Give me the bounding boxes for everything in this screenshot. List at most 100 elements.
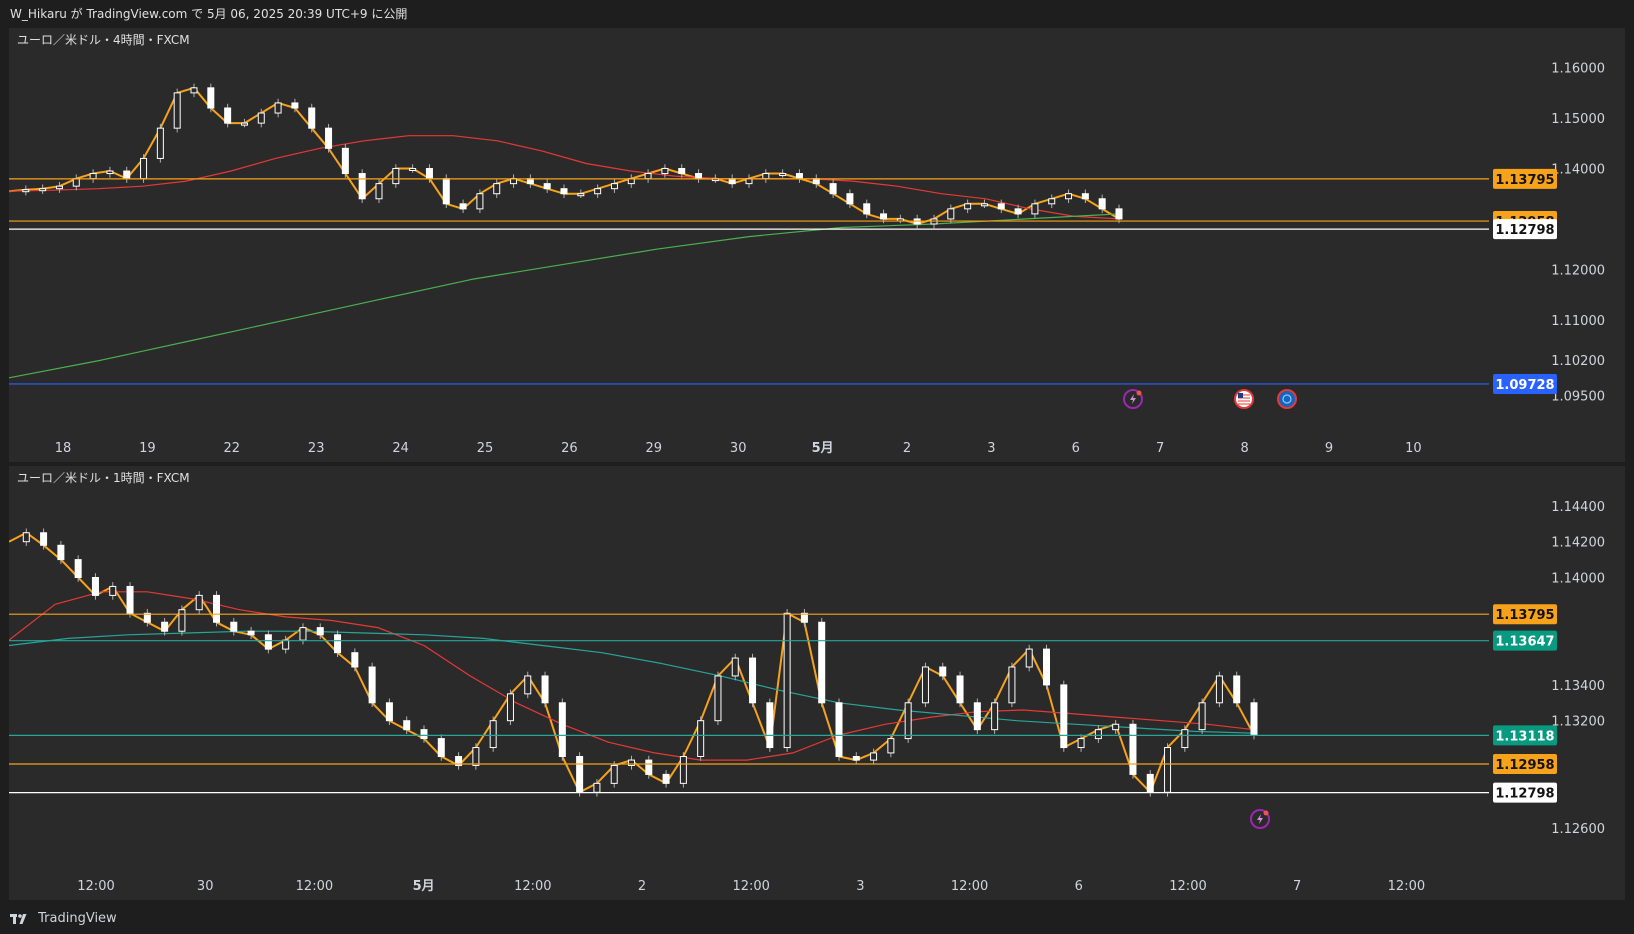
candle-body xyxy=(1065,193,1073,200)
candle-body xyxy=(644,173,652,180)
price-label-text: 1.13795 xyxy=(1495,173,1554,188)
x-tick-label: 3 xyxy=(856,879,864,894)
candle-body xyxy=(610,764,618,784)
candle-body xyxy=(40,532,48,546)
candle-body xyxy=(863,203,871,215)
candle-body xyxy=(358,173,366,200)
candle-body xyxy=(425,168,433,180)
candle-body xyxy=(947,208,955,220)
price-label-text: 1.13118 xyxy=(1495,729,1554,744)
y-tick-label: 1.11000 xyxy=(1551,314,1605,329)
price-label-text: 1.12958 xyxy=(1495,758,1554,773)
candle-body xyxy=(576,756,584,793)
x-tick-label: 22 xyxy=(224,441,241,456)
candle-body xyxy=(524,675,532,695)
candle-body xyxy=(560,188,568,195)
candle-body xyxy=(213,594,220,623)
candle-body xyxy=(195,594,203,611)
candle-body xyxy=(126,585,134,614)
y-tick-label: 1.09500 xyxy=(1551,389,1605,404)
candle-body xyxy=(190,87,198,94)
candle-body xyxy=(818,621,826,704)
candle-body xyxy=(1025,648,1033,668)
chart-panel-4h[interactable]: ユーロ／米ドル・4時間・FXCM 1.16000 1.15000 1.14000 1.1… xyxy=(9,28,1625,462)
candle-body xyxy=(1094,729,1102,740)
candle-body xyxy=(403,720,411,731)
candle-body xyxy=(679,756,687,784)
candle-body xyxy=(695,173,703,180)
candle-body xyxy=(459,203,467,210)
candle-body xyxy=(325,127,333,149)
candle-body xyxy=(173,92,181,129)
candle-body xyxy=(921,666,929,704)
candle-body xyxy=(351,652,359,668)
candle-body xyxy=(57,544,65,561)
us-flag-icon[interactable] xyxy=(1234,389,1254,409)
price-label-text: 1.13795 xyxy=(1495,608,1554,623)
publish-header: W_Hikaru が TradingView.com で 5月 06, 2025… xyxy=(0,0,1634,28)
lightning-event-icon[interactable] xyxy=(1250,809,1270,829)
candle-body xyxy=(678,168,686,175)
candle-body xyxy=(783,612,791,749)
candle-body xyxy=(1250,702,1258,736)
candle-body xyxy=(207,87,215,109)
candle-body xyxy=(1112,723,1120,731)
x-tick-label: 12:00 xyxy=(77,879,114,894)
x-tick-label: 24 xyxy=(392,441,409,456)
price-label-text: 1.12798 xyxy=(1495,223,1554,238)
x-tick-label: 25 xyxy=(477,441,494,456)
series-line-ma_long xyxy=(9,213,1120,379)
candle-body xyxy=(779,173,787,177)
candle-body xyxy=(247,630,255,636)
x-tick-label: 5月 xyxy=(812,441,834,456)
candle-body xyxy=(156,127,164,159)
candle-body xyxy=(224,107,232,124)
candle-body xyxy=(106,170,114,175)
candle-body xyxy=(1081,193,1089,200)
candle-body xyxy=(1129,723,1137,775)
candle-body xyxy=(973,702,981,731)
candle-body xyxy=(956,675,964,704)
candle-body xyxy=(795,173,803,180)
candle-body xyxy=(852,756,860,761)
chart-panel-1h[interactable]: ユーロ／米ドル・1時間・FXCM 1.14400 1.14200 1.14000 1.1… xyxy=(9,466,1625,900)
candle-body xyxy=(939,666,947,677)
x-tick-label: 18 xyxy=(55,441,72,456)
y-tick-label: 1.14200 xyxy=(1551,536,1605,551)
candle-body xyxy=(385,702,393,722)
candle-body xyxy=(645,759,653,775)
candle-body xyxy=(1115,208,1123,220)
x-tick-label: 5月 xyxy=(413,879,435,894)
candle-body xyxy=(264,634,272,650)
lightning-event-icon[interactable] xyxy=(1123,389,1143,409)
x-tick-label: 12:00 xyxy=(1169,879,1206,894)
candle-body xyxy=(1043,648,1050,686)
y-tick-label: 1.15000 xyxy=(1551,112,1605,127)
candle-body xyxy=(1181,729,1189,749)
candle-body xyxy=(161,621,169,632)
candle-body xyxy=(489,720,497,749)
candle-body xyxy=(997,203,1005,210)
candle-body xyxy=(714,675,722,722)
candle-body xyxy=(904,702,912,740)
candle-body xyxy=(577,193,585,197)
globe-event-icon[interactable] xyxy=(1277,389,1297,409)
candle-body xyxy=(409,168,417,172)
x-tick-label: 12:00 xyxy=(951,879,988,894)
x-tick-label: 8 xyxy=(1240,441,1248,456)
candle-body xyxy=(89,173,97,180)
candle-body xyxy=(123,170,131,180)
chart-svg-4h[interactable]: ユーロ／米ドル・4時間・FXCM1.160001.150001.140001.1… xyxy=(9,28,1625,462)
chart-svg-1h[interactable]: ユーロ／米ドル・1時間・FXCM 1.14400 1.14200 1.14000 1.1… xyxy=(9,466,1625,900)
candle-body xyxy=(91,577,99,596)
candle-body xyxy=(274,102,282,114)
candle-body xyxy=(240,122,248,126)
candle-body xyxy=(1014,208,1022,215)
footer-brand-label: TradingView xyxy=(38,911,117,926)
footer-brand[interactable]: TradingView xyxy=(0,904,1634,934)
candle-body xyxy=(1008,666,1016,704)
x-tick-label: 12:00 xyxy=(514,879,551,894)
y-tick-label: 1.12600 xyxy=(1551,822,1605,837)
y-tick-label: 1.16000 xyxy=(1551,62,1605,77)
candle-body xyxy=(55,185,63,190)
